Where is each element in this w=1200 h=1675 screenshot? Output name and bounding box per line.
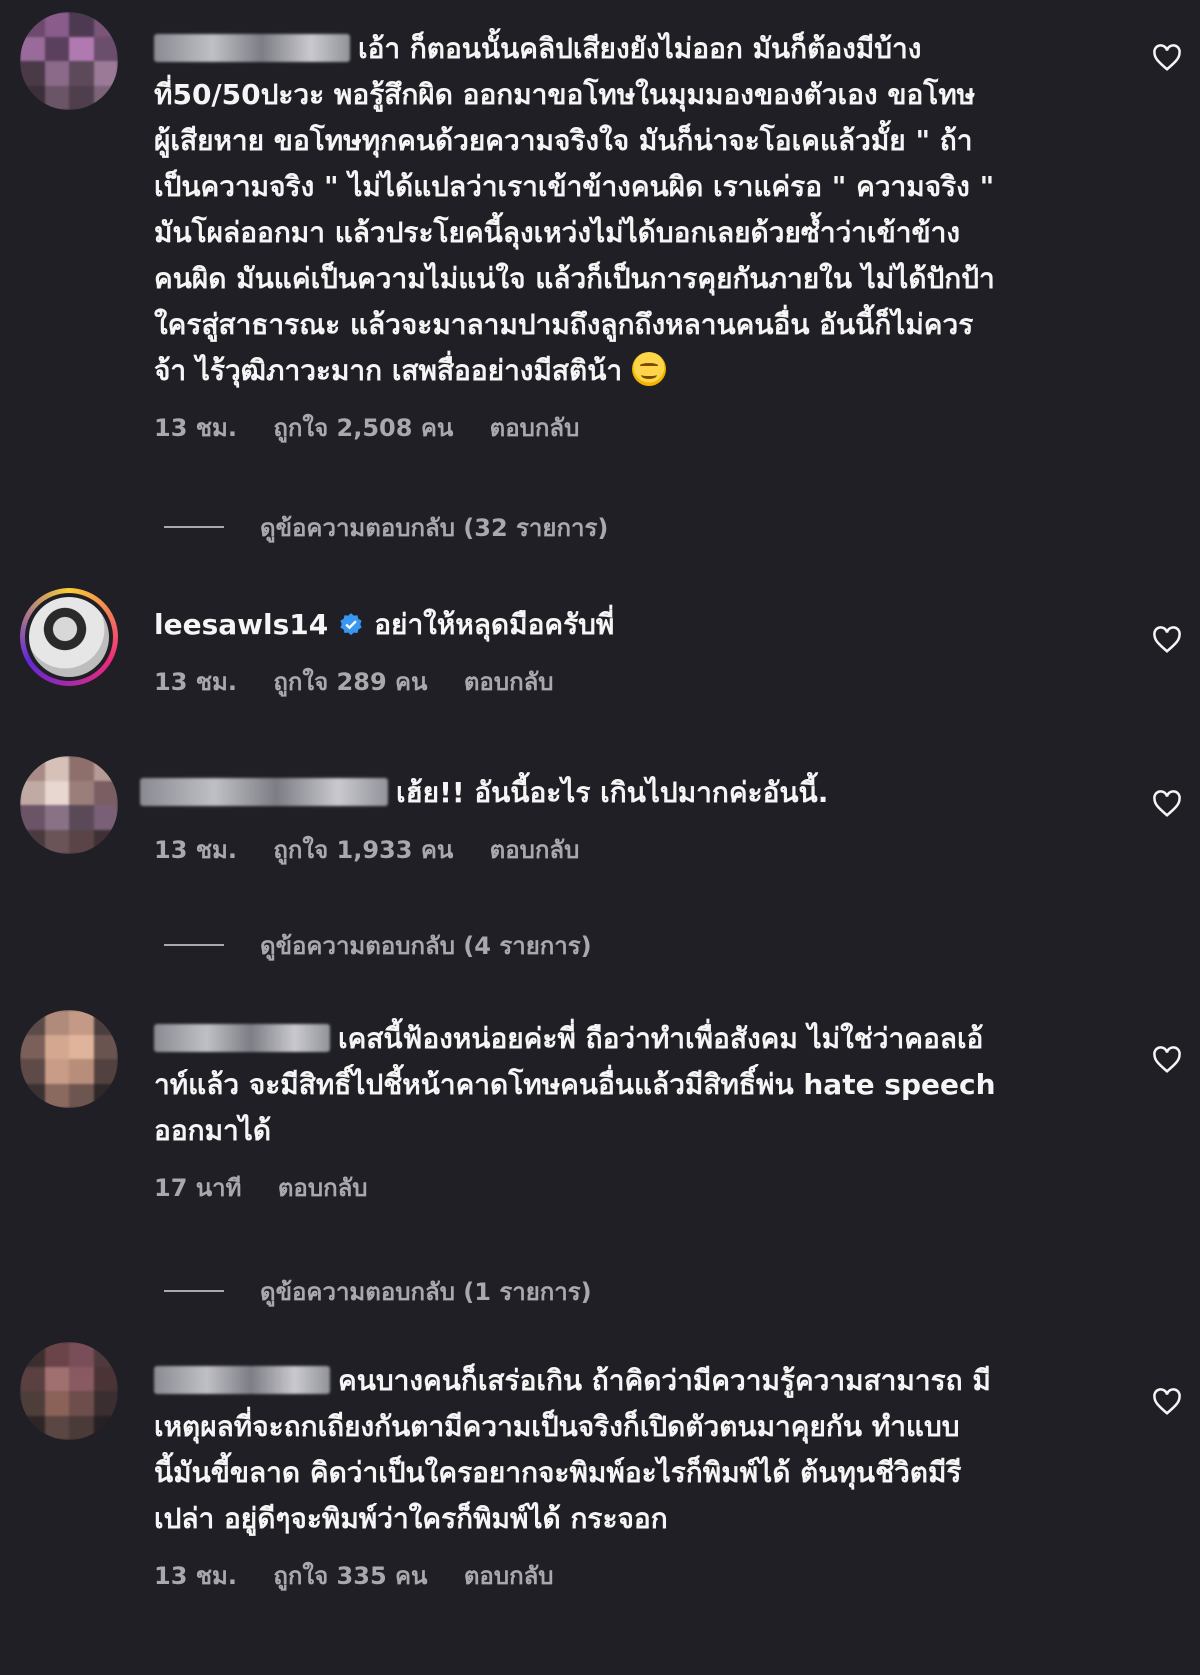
view-replies-label: ดูข้อความตอบกลับ (32 รายการ) (260, 514, 609, 542)
like-heart-icon[interactable] (1152, 626, 1182, 654)
avatar[interactable] (20, 588, 118, 686)
comment-line: จ้า ไร้วุฒิภาวะมาก เสพสื่ออย่างมีสติน้า (154, 354, 623, 387)
avatar-blurred-image (20, 756, 118, 854)
comment-time: 13 ชม. (154, 836, 237, 864)
like-count[interactable]: ถูกใจ 1,933 คน (273, 830, 453, 869)
reply-button[interactable]: ตอบกลับ (490, 408, 580, 447)
comment-line: ผู้เสียหาย ขอโทษทุกคนด้วยความจริงใจ มันก… (154, 124, 973, 157)
blurred-username[interactable] (154, 1024, 330, 1052)
like-heart-icon[interactable] (1152, 1388, 1182, 1416)
reply-divider (164, 526, 224, 528)
view-replies-button[interactable]: ดูข้อความตอบกลับ (4 รายการ) (164, 926, 592, 965)
like-count[interactable]: ถูกใจ 2,508 คน (273, 408, 453, 447)
comment-text: เฮ้ย!! อันนี้อะไร เกินไปมากค่ะอันนี้. (140, 770, 1114, 816)
comment-line: ที่50/50ปะวะ พอรู้สึกผิด ออกมาขอโทษในมุม… (154, 78, 976, 111)
comment-time: 17 นาที (154, 1174, 242, 1202)
comment-time: 13 ชม. (154, 414, 237, 442)
comment-line: เหตุผลที่จะถกเถียงกันตามีความเป็นจริงก็เ… (154, 1410, 960, 1443)
reply-button[interactable]: ตอบกลับ (278, 1168, 368, 1207)
reply-button[interactable]: ตอบกลับ (464, 662, 554, 701)
reply-button[interactable]: ตอบกลับ (490, 830, 580, 869)
verified-badge-icon (340, 613, 362, 636)
reply-button[interactable]: ตอบกลับ (464, 1556, 554, 1595)
comment-line: คนบางคนก็เสร่อเกิน ถ้าคิดว่ามีความรู้ควา… (338, 1364, 991, 1397)
view-replies-button[interactable]: ดูข้อความตอบกลับ (32 รายการ) (164, 508, 608, 547)
comment-line: เคสนี้ฟ้องหน่อยค่ะพี่ ถือว่าทำเพื่อสังคม… (338, 1022, 984, 1055)
avatar[interactable] (20, 756, 118, 854)
avatar-ring-gap (25, 593, 113, 681)
comment-line: เฮ้ย!! อันนี้อะไร เกินไปมากค่ะอันนี้. (396, 776, 829, 809)
smiling-face-emoji-icon (631, 352, 666, 386)
avatar[interactable] (20, 12, 118, 110)
avatar[interactable] (20, 1010, 118, 1108)
blurred-username[interactable] (154, 1366, 330, 1394)
like-heart-icon[interactable] (1152, 790, 1182, 818)
comment-text: เคสนี้ฟ้องหน่อยค่ะพี่ ถือว่าทำเพื่อสังคม… (154, 1016, 1114, 1154)
view-replies-button[interactable]: ดูข้อความตอบกลับ (1 รายการ) (164, 1272, 592, 1311)
comment-text: leesawls14 อย่าให้หลุดมือครับพี่ (154, 602, 1114, 648)
comment-line: อย่าให้หลุดมือครับพี่ (374, 608, 615, 641)
comment-meta: 13 ชม. ถูกใจ 2,508 คน ตอบกลับ (154, 408, 1114, 447)
comment-line: เป็นความจริง " ไม่ได้แปลว่าเราเข้าข้างคน… (154, 170, 995, 203)
comment-meta: 17 นาที ตอบกลับ (154, 1168, 1114, 1207)
comment-meta: 13 ชม. ถูกใจ 289 คน ตอบกลับ (154, 662, 1114, 701)
comment-meta: 13 ชม. ถูกใจ 335 คน ตอบกลับ (154, 1556, 1114, 1595)
comment-time: 13 ชม. (154, 668, 237, 696)
comment-text: เอ้า ก็ตอนนั้นคลิปเสียงยังไม่ออก มันก็ต้… (154, 26, 1114, 394)
reply-divider (164, 1290, 224, 1292)
comment-line: เปล่า อยู่ดีๆจะพิมพ์ว่าใครก็พิมพ์ได้ กระ… (154, 1502, 668, 1535)
view-replies-label: ดูข้อความตอบกลับ (4 รายการ) (260, 932, 592, 960)
like-heart-icon[interactable] (1152, 44, 1182, 72)
like-count[interactable]: ถูกใจ 289 คน (273, 662, 427, 701)
like-heart-icon[interactable] (1152, 1046, 1182, 1074)
comment-line: นี้มันขี้ขลาด คิดว่าเป็นใครอยากจะพิมพ์อะ… (154, 1456, 962, 1489)
avatar-blurred-image (20, 1342, 118, 1440)
reply-divider (164, 944, 224, 946)
avatar-photo (29, 597, 109, 677)
blurred-username[interactable] (140, 778, 388, 806)
comment-text: คนบางคนก็เสร่อเกิน ถ้าคิดว่ามีความรู้ควา… (154, 1358, 1114, 1542)
comment-meta: 13 ชม. ถูกใจ 1,933 คน ตอบกลับ (154, 830, 1114, 869)
comment-line: าท์แล้ว จะมีสิทธิ์ไปชี้หน้าคาดโทษคนอื่นแ… (154, 1068, 996, 1101)
comment-line: ออกมาได้ (154, 1114, 272, 1147)
view-replies-label: ดูข้อความตอบกลับ (1 รายการ) (260, 1278, 592, 1306)
comment-time: 13 ชม. (154, 1562, 237, 1590)
comment-line: คนผิด มันแค่เป็นความไม่แน่ใจ แล้วก็เป็นก… (154, 262, 995, 295)
comment-line: เอ้า ก็ตอนนั้นคลิปเสียงยังไม่ออก มันก็ต้… (358, 32, 922, 65)
avatar-blurred-image (20, 1010, 118, 1108)
blurred-username[interactable] (154, 34, 350, 62)
like-count[interactable]: ถูกใจ 335 คน (273, 1556, 427, 1595)
avatar-blurred-image (20, 12, 118, 110)
username-link[interactable]: leesawls14 (154, 608, 328, 641)
comment-line: ใครสู่สาธารณะ แล้วจะมาลามปามถึงลูกถึงหลา… (154, 308, 974, 341)
comment-line: มันโผล่ออกมา แล้วประโยคนี้ลุงเหว่งไม่ได้… (154, 216, 960, 249)
avatar[interactable] (20, 1342, 118, 1440)
